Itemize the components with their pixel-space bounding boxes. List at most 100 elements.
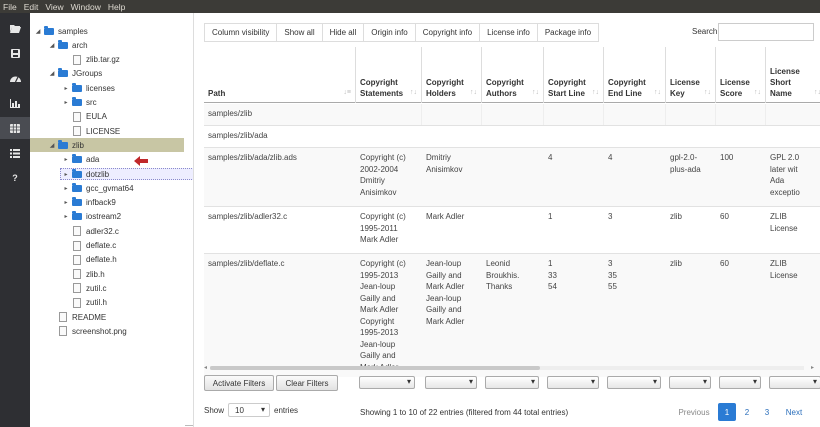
folder-icon bbox=[44, 25, 54, 35]
page-2-button[interactable]: 2 bbox=[738, 403, 756, 421]
tree-node[interactable]: zutil.h bbox=[62, 296, 107, 310]
folder-open-icon[interactable] bbox=[0, 17, 30, 39]
menu-file[interactable]: File bbox=[3, 2, 17, 12]
tree-node[interactable]: LICENSE bbox=[62, 124, 120, 138]
tree-node[interactable]: ▸ infback9 bbox=[62, 196, 116, 210]
column-filter-select[interactable] bbox=[719, 376, 761, 389]
column-filter-select[interactable] bbox=[547, 376, 599, 389]
tree-node[interactable]: screenshot.png bbox=[48, 324, 127, 338]
tree-node[interactable]: ◢ JGroups bbox=[48, 67, 102, 81]
menu-window[interactable]: Window bbox=[71, 2, 101, 12]
collapsed-toggle-icon[interactable]: ▸ bbox=[62, 213, 70, 220]
sort-icon[interactable]: ↑↓ bbox=[410, 87, 417, 98]
tree-scrollbar[interactable] bbox=[185, 420, 193, 426]
collapsed-toggle-icon[interactable]: ▸ bbox=[62, 99, 70, 106]
column-header[interactable]: Copyright Statements ↑↓ bbox=[356, 47, 422, 103]
collapsed-toggle-icon[interactable]: ▸ bbox=[62, 156, 70, 163]
list-icon[interactable] bbox=[0, 142, 30, 164]
tree-node[interactable]: EULA bbox=[62, 110, 107, 124]
package-info-button[interactable]: Package info bbox=[536, 23, 600, 42]
column-header[interactable]: Copyright Holders ↑↓ bbox=[422, 47, 482, 103]
show-all-button[interactable]: Show all bbox=[276, 23, 322, 42]
sort-icon[interactable]: ↑↓ bbox=[654, 87, 661, 98]
column-header[interactable]: Copyright End Line ↑↓ bbox=[604, 47, 666, 103]
next-page-button[interactable]: Next bbox=[780, 403, 808, 421]
search-input[interactable] bbox=[718, 23, 814, 41]
sort-icon[interactable]: ↓≡ bbox=[343, 87, 351, 98]
table-row[interactable]: samples/zlib/ada/zlib.ads Copyright (c) 2… bbox=[204, 148, 820, 207]
sort-icon[interactable]: ↑↓ bbox=[704, 87, 711, 98]
column-filter-select[interactable] bbox=[425, 376, 477, 389]
expanded-toggle-icon[interactable]: ◢ bbox=[34, 28, 42, 35]
page-length-select[interactable]: 10 bbox=[228, 403, 270, 417]
tree-node[interactable]: adler32.c bbox=[62, 224, 119, 238]
column-header[interactable]: License Score ↑↓ bbox=[716, 47, 766, 103]
column-filter-select[interactable] bbox=[669, 376, 711, 389]
page-3-button[interactable]: 3 bbox=[758, 403, 776, 421]
column-header[interactable]: Copyright Start Line ↑↓ bbox=[544, 47, 604, 103]
tree-node[interactable]: ▸ licenses bbox=[62, 81, 115, 95]
sort-icon[interactable]: ↑↓ bbox=[814, 87, 820, 98]
table-footer: Show 10 entries Showing 1 to 10 of 22 en… bbox=[196, 403, 820, 423]
tree-node[interactable]: deflate.c bbox=[62, 239, 116, 253]
table-row[interactable]: samples/zlib/adler32.c Copyright (c) 1995… bbox=[204, 207, 820, 254]
horizontal-scrollbar[interactable]: ◂ ▸ bbox=[204, 365, 816, 371]
origin-info-button[interactable]: Origin info bbox=[363, 23, 415, 42]
tree-node[interactable]: ▸ gcc_gvmat64 bbox=[62, 181, 134, 195]
help-icon[interactable]: ? bbox=[0, 167, 30, 189]
sort-icon[interactable]: ↑↓ bbox=[470, 87, 477, 98]
license-info-button[interactable]: License info bbox=[479, 23, 537, 42]
hide-all-button[interactable]: Hide all bbox=[321, 23, 364, 42]
collapsed-toggle-icon[interactable]: ▸ bbox=[62, 199, 70, 206]
sort-icon[interactable]: ↑↓ bbox=[532, 87, 539, 98]
column-filter-select[interactable] bbox=[485, 376, 539, 389]
scroll-left-icon[interactable]: ◂ bbox=[204, 364, 207, 371]
table-row[interactable]: samples/zlib/ada bbox=[204, 126, 820, 148]
table-row[interactable]: samples/zlib bbox=[204, 104, 820, 126]
table-row[interactable]: samples/zlib/deflate.c Copyright (c) 1995… bbox=[204, 254, 820, 377]
table-cell: Mark Adler bbox=[426, 212, 465, 221]
column-header[interactable]: Copyright Authors ↑↓ bbox=[482, 47, 544, 103]
expanded-toggle-icon[interactable]: ◢ bbox=[48, 42, 56, 49]
clear-filters-button[interactable]: Clear Filters bbox=[276, 375, 338, 391]
collapsed-toggle-icon[interactable]: ▸ bbox=[62, 185, 70, 192]
tree-node[interactable]: ▸ dotzlib bbox=[62, 167, 109, 181]
column-filter-select[interactable] bbox=[359, 376, 415, 389]
tree-node[interactable]: zlib.h bbox=[62, 267, 105, 281]
menu-view[interactable]: View bbox=[45, 2, 63, 12]
column-filter-select[interactable] bbox=[607, 376, 661, 389]
scrollbar-thumb[interactable] bbox=[210, 366, 540, 370]
activate-filters-button[interactable]: Activate Filters bbox=[204, 375, 274, 391]
tree-node[interactable]: ◢ zlib bbox=[30, 138, 184, 153]
page-1-button[interactable]: 1 bbox=[718, 403, 736, 421]
sort-icon[interactable]: ↑↓ bbox=[592, 87, 599, 98]
tree-node[interactable]: deflate.h bbox=[62, 253, 117, 267]
save-icon[interactable] bbox=[0, 42, 30, 64]
previous-page-button[interactable]: Previous bbox=[674, 403, 714, 421]
dashboard-icon[interactable] bbox=[0, 67, 30, 89]
table-icon[interactable] bbox=[0, 117, 30, 139]
menu-edit[interactable]: Edit bbox=[24, 2, 39, 12]
scroll-right-icon[interactable]: ▸ bbox=[811, 364, 814, 371]
bar-chart-icon[interactable] bbox=[0, 92, 30, 114]
tree-node[interactable]: ▸ ada bbox=[62, 153, 99, 167]
tree-node[interactable]: ◢ arch bbox=[48, 38, 88, 52]
column-header[interactable]: License Key ↑↓ bbox=[666, 47, 716, 103]
copyright-info-button[interactable]: Copyright info bbox=[414, 23, 480, 42]
expanded-toggle-icon[interactable]: ◢ bbox=[48, 70, 56, 77]
tree-node[interactable]: ▸ iostream2 bbox=[62, 210, 121, 224]
tree-node[interactable]: ◢ samples bbox=[34, 24, 88, 38]
tree-node[interactable]: README bbox=[48, 310, 106, 324]
menu-help[interactable]: Help bbox=[108, 2, 125, 12]
column-filter-select[interactable] bbox=[769, 376, 820, 389]
column-header[interactable]: License Short Name ↑↓ bbox=[766, 47, 820, 103]
tree-node[interactable]: zlib.tar.gz bbox=[62, 53, 120, 67]
sort-icon[interactable]: ↑↓ bbox=[754, 87, 761, 98]
tree-node[interactable]: zutil.c bbox=[62, 281, 106, 295]
collapsed-toggle-icon[interactable]: ▸ bbox=[62, 171, 70, 178]
collapsed-toggle-icon[interactable]: ▸ bbox=[62, 85, 70, 92]
expanded-toggle-icon[interactable]: ◢ bbox=[48, 142, 56, 149]
column-header[interactable]: Path ↓≡ bbox=[204, 47, 356, 103]
tree-node[interactable]: ▸ src bbox=[62, 96, 97, 110]
column-visibility-button[interactable]: Column visibility bbox=[204, 23, 277, 42]
